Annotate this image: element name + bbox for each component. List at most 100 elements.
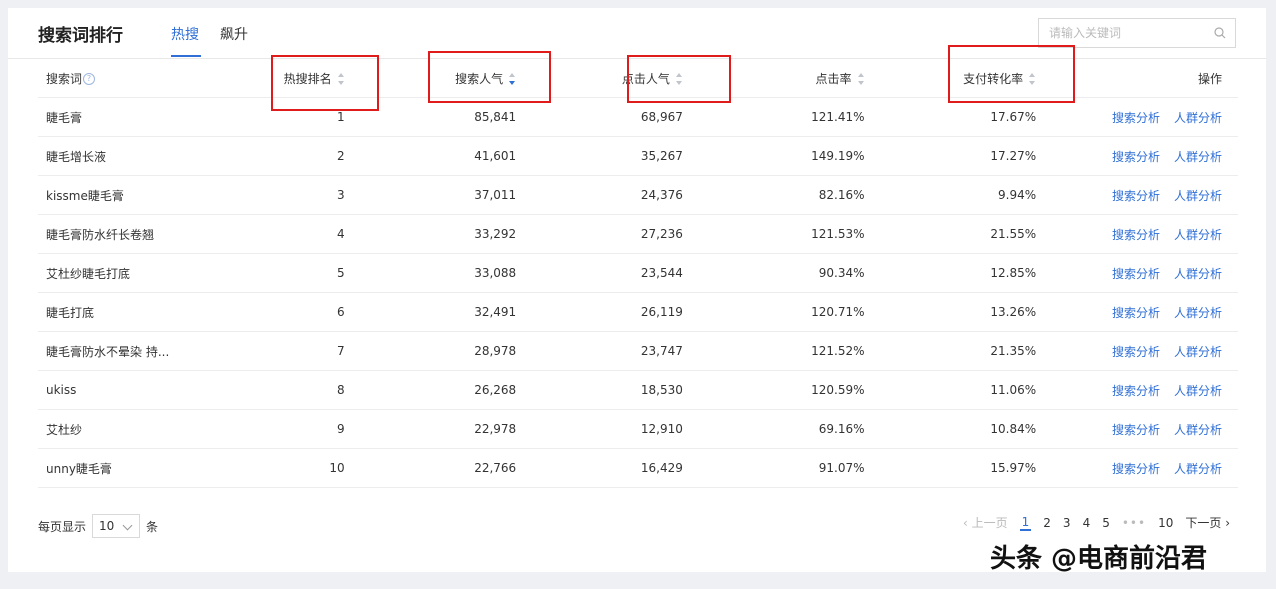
rank-cell: 2 bbox=[227, 136, 345, 176]
search-analysis-link[interactable]: 搜索分析 bbox=[1112, 462, 1160, 476]
rank-cell: 8 bbox=[227, 370, 345, 410]
crowd-analysis-link[interactable]: 人群分析 bbox=[1174, 462, 1222, 476]
crowd-analysis-link[interactable]: 人群分析 bbox=[1174, 267, 1222, 281]
pay-rate-cell: 10.84% bbox=[864, 409, 1037, 449]
col-keyword: 搜索词? bbox=[38, 59, 228, 98]
crowd-analysis-link[interactable]: 人群分析 bbox=[1174, 189, 1222, 203]
pay-rate-cell: 13.26% bbox=[864, 292, 1037, 332]
table-row: 睫毛膏 1 85,841 68,967 121.41% 17.67% 搜索分析 人群分析 bbox=[38, 97, 1238, 137]
action-cell: 搜索分析 人群分析 bbox=[1036, 331, 1238, 371]
keyword-cell: kissme睫毛膏 bbox=[38, 175, 228, 215]
highlight-box-click-pop bbox=[627, 55, 731, 103]
search-analysis-link[interactable]: 搜索分析 bbox=[1112, 228, 1160, 242]
page-title: 搜索词排行 bbox=[38, 26, 123, 46]
search-pop-cell: 33,088 bbox=[344, 253, 517, 293]
ctr-cell: 82.16% bbox=[682, 175, 865, 215]
keyword-cell: 睫毛膏防水纤长卷翘 bbox=[38, 214, 228, 254]
page-size-select[interactable]: 10 bbox=[92, 514, 141, 538]
table-row: 睫毛增长液 2 41,601 35,267 149.19% 17.27% 搜索分析 人群分析 bbox=[38, 136, 1238, 176]
action-cell: 搜索分析 人群分析 bbox=[1036, 97, 1238, 137]
keyword-cell: unny睫毛膏 bbox=[38, 448, 228, 488]
page-5[interactable]: 5 bbox=[1102, 516, 1110, 530]
keyword-cell: 艾杜纱睫毛打底 bbox=[38, 253, 228, 293]
search-pop-cell: 33,292 bbox=[344, 214, 517, 254]
sort-icon[interactable] bbox=[857, 73, 865, 85]
click-pop-cell: 23,747 bbox=[516, 331, 683, 371]
search-icon[interactable] bbox=[1205, 19, 1235, 47]
page-4[interactable]: 4 bbox=[1083, 516, 1091, 530]
crowd-analysis-link[interactable]: 人群分析 bbox=[1174, 150, 1222, 164]
ctr-cell: 91.07% bbox=[682, 448, 865, 488]
search-pop-cell: 32,491 bbox=[344, 292, 517, 332]
click-pop-cell: 23,544 bbox=[516, 253, 683, 293]
next-page-button[interactable]: 下一页 › bbox=[1185, 514, 1230, 531]
ctr-cell: 149.19% bbox=[682, 136, 865, 176]
highlight-box-rank bbox=[271, 55, 379, 111]
search-analysis-link[interactable]: 搜索分析 bbox=[1112, 189, 1160, 203]
pay-rate-cell: 21.35% bbox=[864, 331, 1037, 371]
chevron-down-icon bbox=[122, 520, 133, 531]
search-analysis-link[interactable]: 搜索分析 bbox=[1112, 423, 1160, 437]
page-3[interactable]: 3 bbox=[1063, 516, 1071, 530]
page-2[interactable]: 2 bbox=[1043, 516, 1051, 530]
action-cell: 搜索分析 人群分析 bbox=[1036, 214, 1238, 254]
ctr-cell: 121.52% bbox=[682, 331, 865, 371]
page-last[interactable]: 10 bbox=[1158, 516, 1173, 530]
click-pop-cell: 24,376 bbox=[516, 175, 683, 215]
action-cell: 搜索分析 人群分析 bbox=[1036, 448, 1238, 488]
crowd-analysis-link[interactable]: 人群分析 bbox=[1174, 228, 1222, 242]
per-page-unit: 条 bbox=[146, 519, 159, 534]
pagination: ‹ 上一页 1 2 3 4 5 ••• 10 下一页 › bbox=[957, 514, 1236, 531]
ctr-cell: 121.53% bbox=[682, 214, 865, 254]
prev-page-button[interactable]: ‹ 上一页 bbox=[963, 514, 1008, 531]
per-page-label: 每页显示 bbox=[38, 519, 87, 534]
search-analysis-link[interactable]: 搜索分析 bbox=[1112, 306, 1160, 320]
keyword-cell: ukiss bbox=[38, 370, 228, 410]
tab-rising[interactable]: 飙升 bbox=[220, 24, 248, 44]
table-row: ukiss 8 26,268 18,530 120.59% 11.06% 搜索分析 人群分析 bbox=[38, 370, 1238, 410]
table-row: 睫毛膏防水纤长卷翘 4 33,292 27,236 121.53% 21.55% 搜索分析人… bbox=[38, 214, 1238, 254]
rank-cell: 3 bbox=[227, 175, 345, 215]
search-input[interactable] bbox=[1039, 25, 1205, 41]
crowd-analysis-link[interactable]: 人群分析 bbox=[1174, 384, 1222, 398]
page-size-value: 10 bbox=[99, 519, 115, 533]
crowd-analysis-link[interactable]: 人群分析 bbox=[1174, 345, 1222, 359]
search-pop-cell: 28,978 bbox=[344, 331, 517, 371]
rank-cell: 7 bbox=[227, 331, 345, 371]
action-cell: 搜索分析 人群分析 bbox=[1036, 253, 1238, 293]
pay-rate-cell: 11.06% bbox=[864, 370, 1037, 410]
search-analysis-link[interactable]: 搜索分析 bbox=[1112, 111, 1160, 125]
table-row: 艾杜纱 9 22,978 12,910 69.16% 10.84% 搜索分析 人群分析 bbox=[38, 409, 1238, 449]
tab-hot[interactable]: 热搜 bbox=[171, 24, 199, 44]
crowd-analysis-link[interactable]: 人群分析 bbox=[1174, 306, 1222, 320]
search-analysis-link[interactable]: 搜索分析 bbox=[1112, 384, 1160, 398]
ctr-cell: 120.71% bbox=[682, 292, 865, 332]
ctr-cell: 90.34% bbox=[682, 253, 865, 293]
search-analysis-link[interactable]: 搜索分析 bbox=[1112, 345, 1160, 359]
pay-rate-cell: 12.85% bbox=[864, 253, 1037, 293]
crowd-analysis-link[interactable]: 人群分析 bbox=[1174, 423, 1222, 437]
rank-cell: 6 bbox=[227, 292, 345, 332]
highlight-box-search-pop bbox=[428, 51, 551, 103]
click-pop-cell: 12,910 bbox=[516, 409, 683, 449]
search-pop-cell: 41,601 bbox=[344, 136, 517, 176]
search-pop-cell: 37,011 bbox=[344, 175, 517, 215]
pay-rate-cell: 17.27% bbox=[864, 136, 1037, 176]
table-row: 睫毛打底 6 32,491 26,119 120.71% 13.26% 搜索分析 人群分析 bbox=[38, 292, 1238, 332]
rank-cell: 4 bbox=[227, 214, 345, 254]
crowd-analysis-link[interactable]: 人群分析 bbox=[1174, 111, 1222, 125]
pay-rate-cell: 9.94% bbox=[864, 175, 1037, 215]
search-pop-cell: 22,766 bbox=[344, 448, 517, 488]
page-1[interactable]: 1 bbox=[1019, 515, 1032, 531]
ctr-cell: 69.16% bbox=[682, 409, 865, 449]
help-icon[interactable]: ? bbox=[83, 73, 96, 85]
pay-rate-cell: 21.55% bbox=[864, 214, 1037, 254]
search-analysis-link[interactable]: 搜索分析 bbox=[1112, 267, 1160, 281]
keyword-table: 搜索词? 热搜排名 搜索人气 点击人气 点击率 支付转化率 操作 睫毛膏 1 85,… bbox=[38, 59, 1238, 488]
pay-rate-cell: 17.67% bbox=[864, 97, 1037, 137]
click-pop-cell: 35,267 bbox=[516, 136, 683, 176]
search-analysis-link[interactable]: 搜索分析 bbox=[1112, 150, 1160, 164]
table-row: kissme睫毛膏 3 37,011 24,376 82.16% 9.94% 搜索分析 人群分… bbox=[38, 175, 1238, 215]
keyword-cell: 睫毛打底 bbox=[38, 292, 228, 332]
action-cell: 搜索分析 人群分析 bbox=[1036, 136, 1238, 176]
